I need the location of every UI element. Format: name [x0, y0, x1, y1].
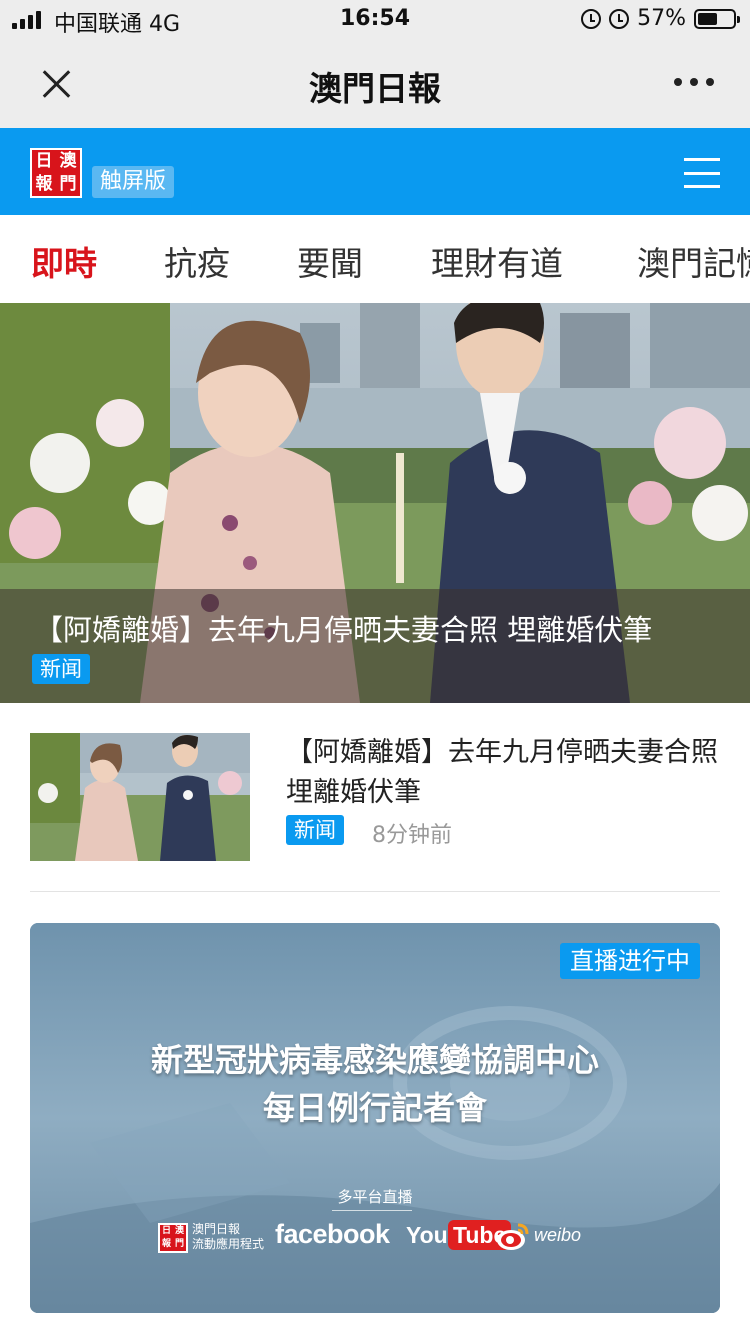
hero-caption: 【阿嬌離婚】去年九月停晒夫妻合照 埋離婚伏筆 新闻 — [0, 589, 750, 703]
tab-anti-epidemic[interactable]: 抗疫 — [164, 237, 230, 285]
hero-title[interactable]: 【阿嬌離婚】去年九月停晒夫妻合照 埋離婚伏筆 — [34, 607, 724, 649]
tab-macau-memory[interactable]: 澳門記憶 — [637, 237, 750, 285]
tab-headlines[interactable]: 要聞 — [297, 237, 363, 285]
live-stream-banner[interactable]: 直播进行中 新型冠狀病毒感染應變協調中心 每日例行記者會 多平台直播 日澳 報門… — [30, 923, 720, 1313]
weibo-logo: weibo — [534, 1225, 582, 1245]
site-logo[interactable]: 日 澳 報 門 — [30, 148, 82, 198]
rotation-lock-icon — [609, 8, 630, 29]
tab-finance[interactable]: 理財有道 — [431, 237, 563, 285]
article-thumbnail — [30, 733, 250, 861]
platforms-divider — [332, 1210, 412, 1211]
category-tabs: 即時 抗疫 要聞 理財有道 澳門記憶 — [0, 215, 750, 303]
alarm-icon — [581, 8, 602, 29]
app-name: 澳門日報 流動應用程式 — [192, 1222, 265, 1251]
logo-char: 日 — [35, 151, 53, 171]
category-tag: 新闻 — [286, 815, 344, 845]
battery-percent: 57% — [637, 6, 686, 31]
logo-char: 澳 — [59, 151, 77, 171]
divider — [30, 891, 720, 892]
tab-realtime[interactable]: 即時 — [31, 237, 97, 285]
menu-icon[interactable] — [684, 158, 720, 188]
category-tag: 新闻 — [32, 654, 90, 684]
title-bar: 澳門日報 — [0, 40, 750, 128]
youtube-logo: You — [406, 1222, 448, 1248]
logo-char: 門 — [59, 174, 77, 194]
edition-badge[interactable]: 触屏版 — [92, 166, 175, 198]
window-title: 澳門日報 — [309, 69, 441, 108]
more-icon[interactable] — [674, 78, 714, 86]
hero-article[interactable]: 【阿嬌離婚】去年九月停晒夫妻合照 埋離婚伏筆 新闻 — [0, 303, 750, 703]
platform-logos: 日澳 報門 澳門日報 流動應用程式 facebook You Tube weib… — [30, 1219, 720, 1259]
status-bar: 中国联通 4G 16:54 57% — [0, 0, 750, 40]
logo-char: 報 — [35, 174, 53, 194]
site-header: 日 澳 報 門 触屏版 — [0, 128, 750, 215]
facebook-logo: facebook — [275, 1219, 390, 1249]
live-subtitle: 每日例行記者會 — [262, 1089, 487, 1127]
list-item[interactable]: 【阿嬌離婚】去年九月停晒夫妻合照 埋離婚伏筆 新闻 8分钟前 — [30, 733, 720, 863]
platforms-label: 多平台直播 — [337, 1188, 413, 1206]
weibo-icon — [497, 1223, 529, 1250]
live-badge: 直播进行中 — [560, 943, 700, 979]
battery-icon — [694, 8, 740, 29]
article-title[interactable]: 【阿嬌離婚】去年九月停晒夫妻合照 埋離婚伏筆 — [286, 733, 720, 813]
live-title: 新型冠狀病毒感染應變協調中心 — [150, 1041, 599, 1079]
app-logo-icon: 日澳 報門 — [158, 1223, 188, 1253]
article-time: 8分钟前 — [372, 823, 452, 848]
